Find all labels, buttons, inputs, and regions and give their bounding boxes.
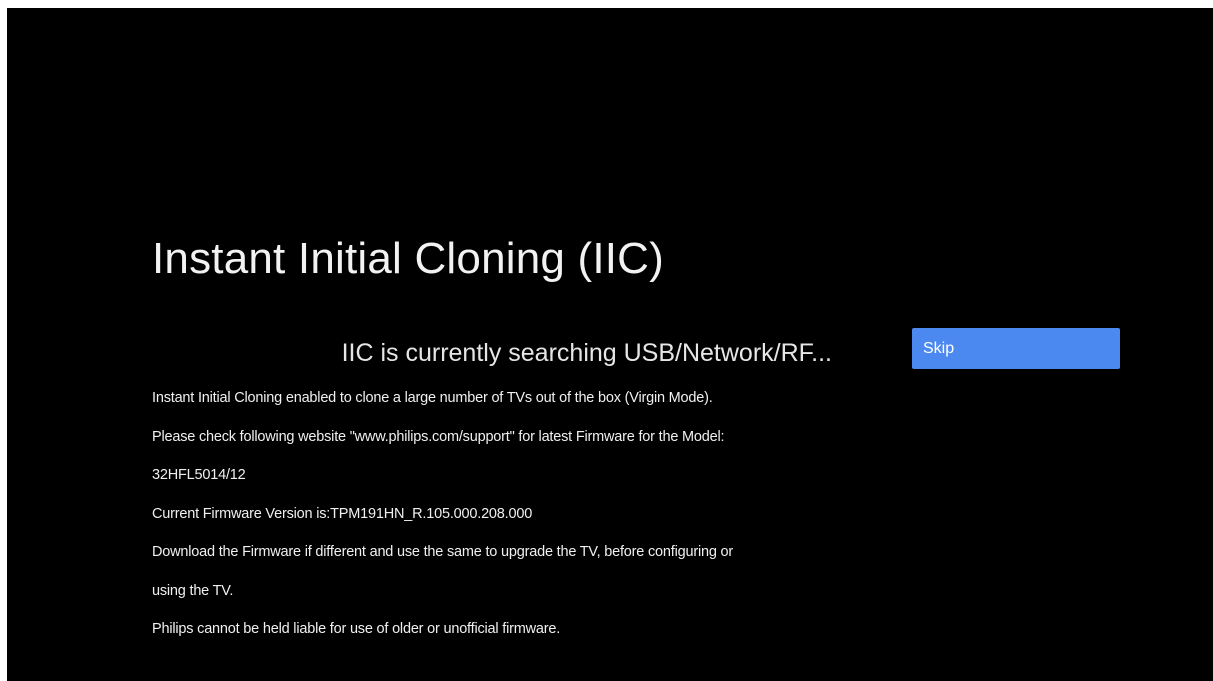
info-line: Download the Firmware if different and u…: [152, 544, 734, 560]
search-status: IIC is currently searching USB/Network/R…: [341, 339, 832, 367]
info-line-disclaimer: Philips cannot be held liable for use of…: [152, 621, 561, 637]
info-text-block: Instant Initial Cloning enabled to clone…: [152, 387, 852, 657]
info-line: using the TV.: [152, 582, 234, 599]
skip-button[interactable]: Skip: [912, 328, 1120, 369]
tv-screen: Instant Initial Cloning (IIC) IIC is cur…: [7, 8, 1213, 681]
page-title: Instant Initial Cloning (IIC): [152, 234, 665, 283]
info-line: Instant Initial Cloning enabled to clone…: [152, 390, 713, 406]
info-line-firmware-version: Current Firmware Version is:TPM191HN_R.1…: [152, 505, 533, 522]
info-line: Please check following website "www.phil…: [152, 428, 725, 445]
info-line-model: 32HFL5014/12: [152, 467, 246, 483]
